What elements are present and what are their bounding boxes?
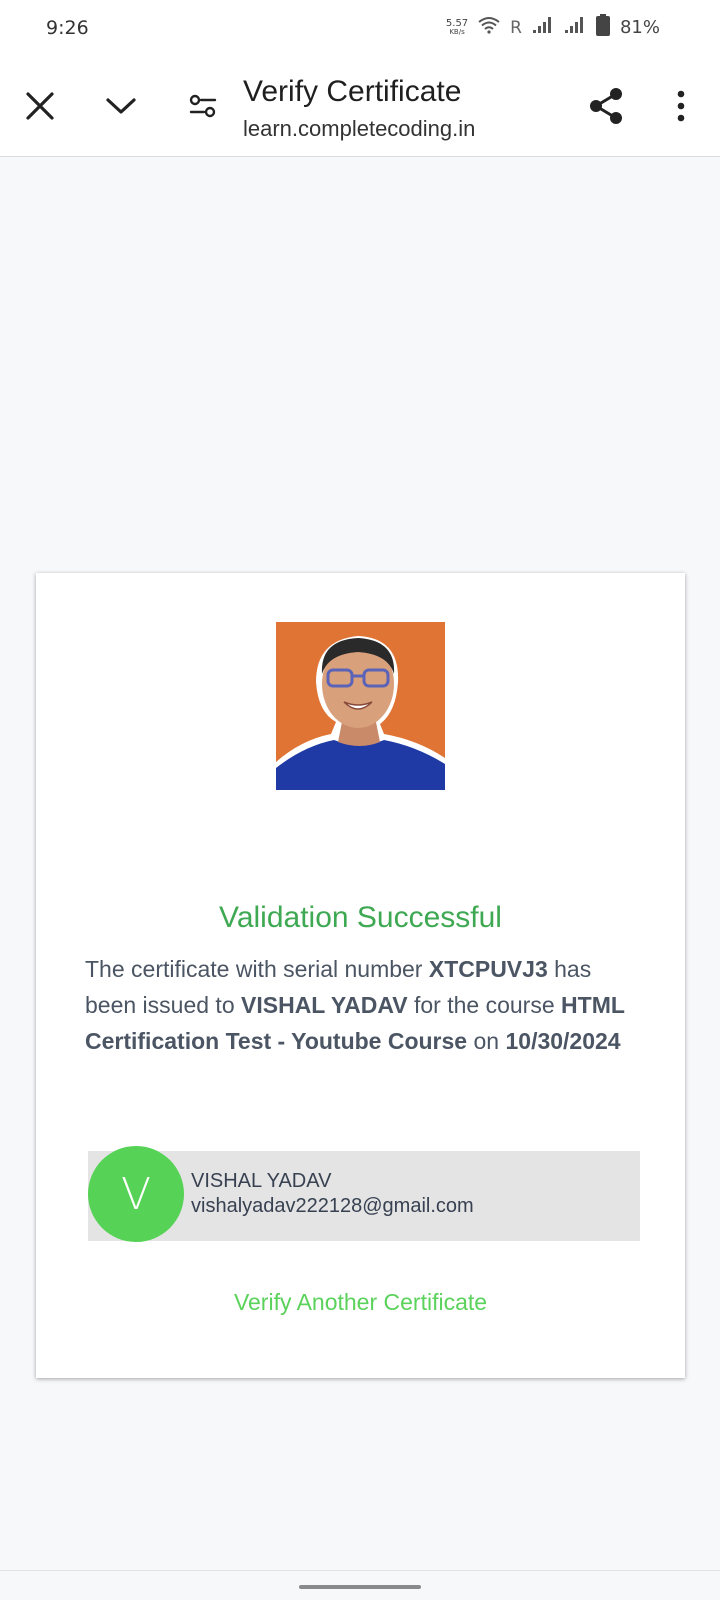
desc-text-4: on	[467, 1028, 506, 1054]
certificate-card: Validation Successful The certificate wi…	[36, 573, 685, 1378]
recipient-name: VISHAL YADAV	[241, 992, 408, 1018]
network-speed-value: 5.57	[445, 17, 469, 29]
battery-icon	[595, 14, 610, 41]
page-url: learn.completecoding.in	[243, 116, 476, 141]
status-bar: 9:26 5.57 KB/s R 81%	[0, 0, 720, 56]
desc-text-1: The certificate with serial number	[85, 956, 429, 982]
page-title: Verify Certificate	[243, 75, 462, 108]
certificate-description: The certificate with serial number XTCPU…	[85, 951, 645, 1059]
user-email: vishalyadav222128@gmail.com	[191, 1195, 474, 1217]
avatar: V	[88, 1146, 184, 1242]
battery-percent: 81%	[619, 17, 660, 38]
more-vert-icon[interactable]	[659, 84, 703, 128]
close-icon[interactable]	[18, 84, 62, 128]
network-speed-unit: KB/s	[449, 27, 465, 36]
chevron-down-icon[interactable]	[99, 84, 143, 128]
status-time: 9:26	[46, 17, 89, 39]
browser-toolbar: Verify Certificate learn.completecoding.…	[0, 56, 720, 157]
serial-number: XTCPUVJ3	[428, 956, 548, 982]
validation-title: Validation Successful	[219, 901, 502, 934]
status-icons: 5.57 KB/s R 81%	[446, 14, 660, 41]
bottom-divider	[0, 1570, 720, 1571]
home-indicator[interactable]	[299, 1585, 421, 1589]
verify-another-link[interactable]: Verify Another Certificate	[36, 1289, 685, 1316]
signal-icon	[532, 16, 554, 39]
signal-icon	[564, 16, 586, 39]
issue-date: 10/30/2024	[505, 1028, 621, 1054]
page-title-block[interactable]: Verify Certificate learn.completecoding.…	[243, 74, 475, 144]
network-speed: 5.57 KB/s	[445, 17, 469, 37]
roaming-indicator: R	[510, 17, 522, 38]
profile-photo	[276, 622, 445, 790]
tune-icon[interactable]	[181, 84, 225, 128]
share-icon[interactable]	[584, 84, 628, 128]
desc-text-3: for the course	[407, 992, 562, 1018]
wifi-icon	[478, 16, 500, 39]
user-name: VISHAL YADAV	[191, 1170, 332, 1192]
